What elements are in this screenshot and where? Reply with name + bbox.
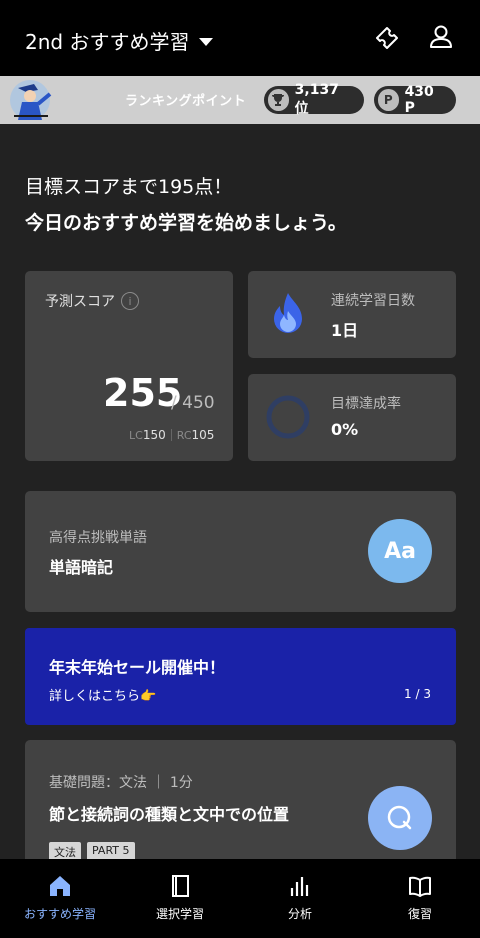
points-pill: P 430 P [374,84,456,116]
info-icon[interactable]: i [121,292,139,310]
trophy-icon [268,89,289,111]
nav-label-selection: 選択学習 [155,907,204,921]
greeting-message: 今日のおすすめ学習を始めましょう。 [25,212,347,234]
bottom-navigation: おすすめ学習 選択学習 分析 復習 [0,859,480,938]
sale-link[interactable]: 詳しくはこちら👉 [49,685,156,704]
lc-label: LC [129,428,143,442]
ticket-icon[interactable] [371,22,403,54]
nav-recommended[interactable]: おすすめ学習 [0,859,120,938]
open-book-icon [409,876,431,897]
goal-achievement-card[interactable]: 目標達成率 0% [248,374,456,461]
flame-icon [274,293,302,333]
vocab-title: 単語暗記 [49,558,114,577]
lc-value: 150 [142,428,166,442]
sale-title: 年末年始セール開催中！ [49,658,226,677]
vocab-card[interactable]: 高得点挑戦単語 単語暗記 Aa [25,491,456,612]
section-scores: LC 150 RC 105 [129,428,214,442]
rc-label: RC [176,428,192,442]
rank-pill: 3,137 位 [264,82,364,117]
streak-label: 連続学習日数 [331,293,415,309]
vocab-label: 高得点挑戦単語 [49,530,147,546]
sale-banner[interactable]: 年末年始セール開催中！ 詳しくはこちら👉 1 / 3 [25,628,456,725]
book-icon [172,875,189,897]
nav-label-recommended: おすすめ学習 [23,907,96,921]
predicted-score-label: 予測スコア [45,294,115,310]
grammar-title: 節と接続詞の種類と文中での位置 [49,805,290,824]
quiz-icon [387,805,412,830]
predicted-score-card[interactable]: 予測スコア i 255 / 450 LC 150 RC 105 [25,271,233,461]
streak-value: 1日 [331,321,359,340]
top-app-bar: 2nd おすすめ学習 [0,0,480,76]
goal-value: 0% [331,420,359,439]
streak-card[interactable]: 連続学習日数 1日 [248,271,456,358]
home-icon [50,876,70,896]
course-selector[interactable]: 2nd おすすめ学習 [25,26,214,55]
nav-selection[interactable]: 選択学習 [120,859,240,938]
ranking-bar[interactable]: ランキングポイント 3,137 位 P 430 P [0,76,480,124]
grammar-label: 基礎問題：文法 ｜ 1分 [49,775,193,791]
caret-down-icon [199,37,214,46]
mascot-illustration [10,80,52,120]
rc-value: 105 [191,428,215,442]
banner-page-indicator: 1 / 3 [404,687,431,701]
goal-label: 目標達成率 [331,396,401,412]
target-score-message: 目標スコアまで195点！ [25,176,233,198]
nav-analysis[interactable]: 分析 [240,859,360,938]
ranking-label: ランキングポイント [125,94,247,109]
points-value: 430 P [404,84,434,116]
nav-review[interactable]: 復習 [360,859,480,938]
predicted-score-header: 予測スコア i [45,291,139,311]
vocab-start-button[interactable]: Aa [368,519,432,583]
predicted-score-max: / 450 [171,393,215,413]
progress-ring-icon [266,395,310,439]
user-icon[interactable] [426,22,456,52]
nav-label-analysis: 分析 [287,907,312,921]
nav-label-review: 復習 [407,907,432,921]
course-title: 2nd おすすめ学習 [25,30,190,54]
rank-value: 3,137 位 [294,82,339,117]
chart-icon [290,877,309,896]
divider [170,429,172,441]
vocab-aa-icon: Aa [384,538,416,564]
quiz-start-button[interactable] [368,786,432,850]
points-badge-icon: P [378,89,399,111]
